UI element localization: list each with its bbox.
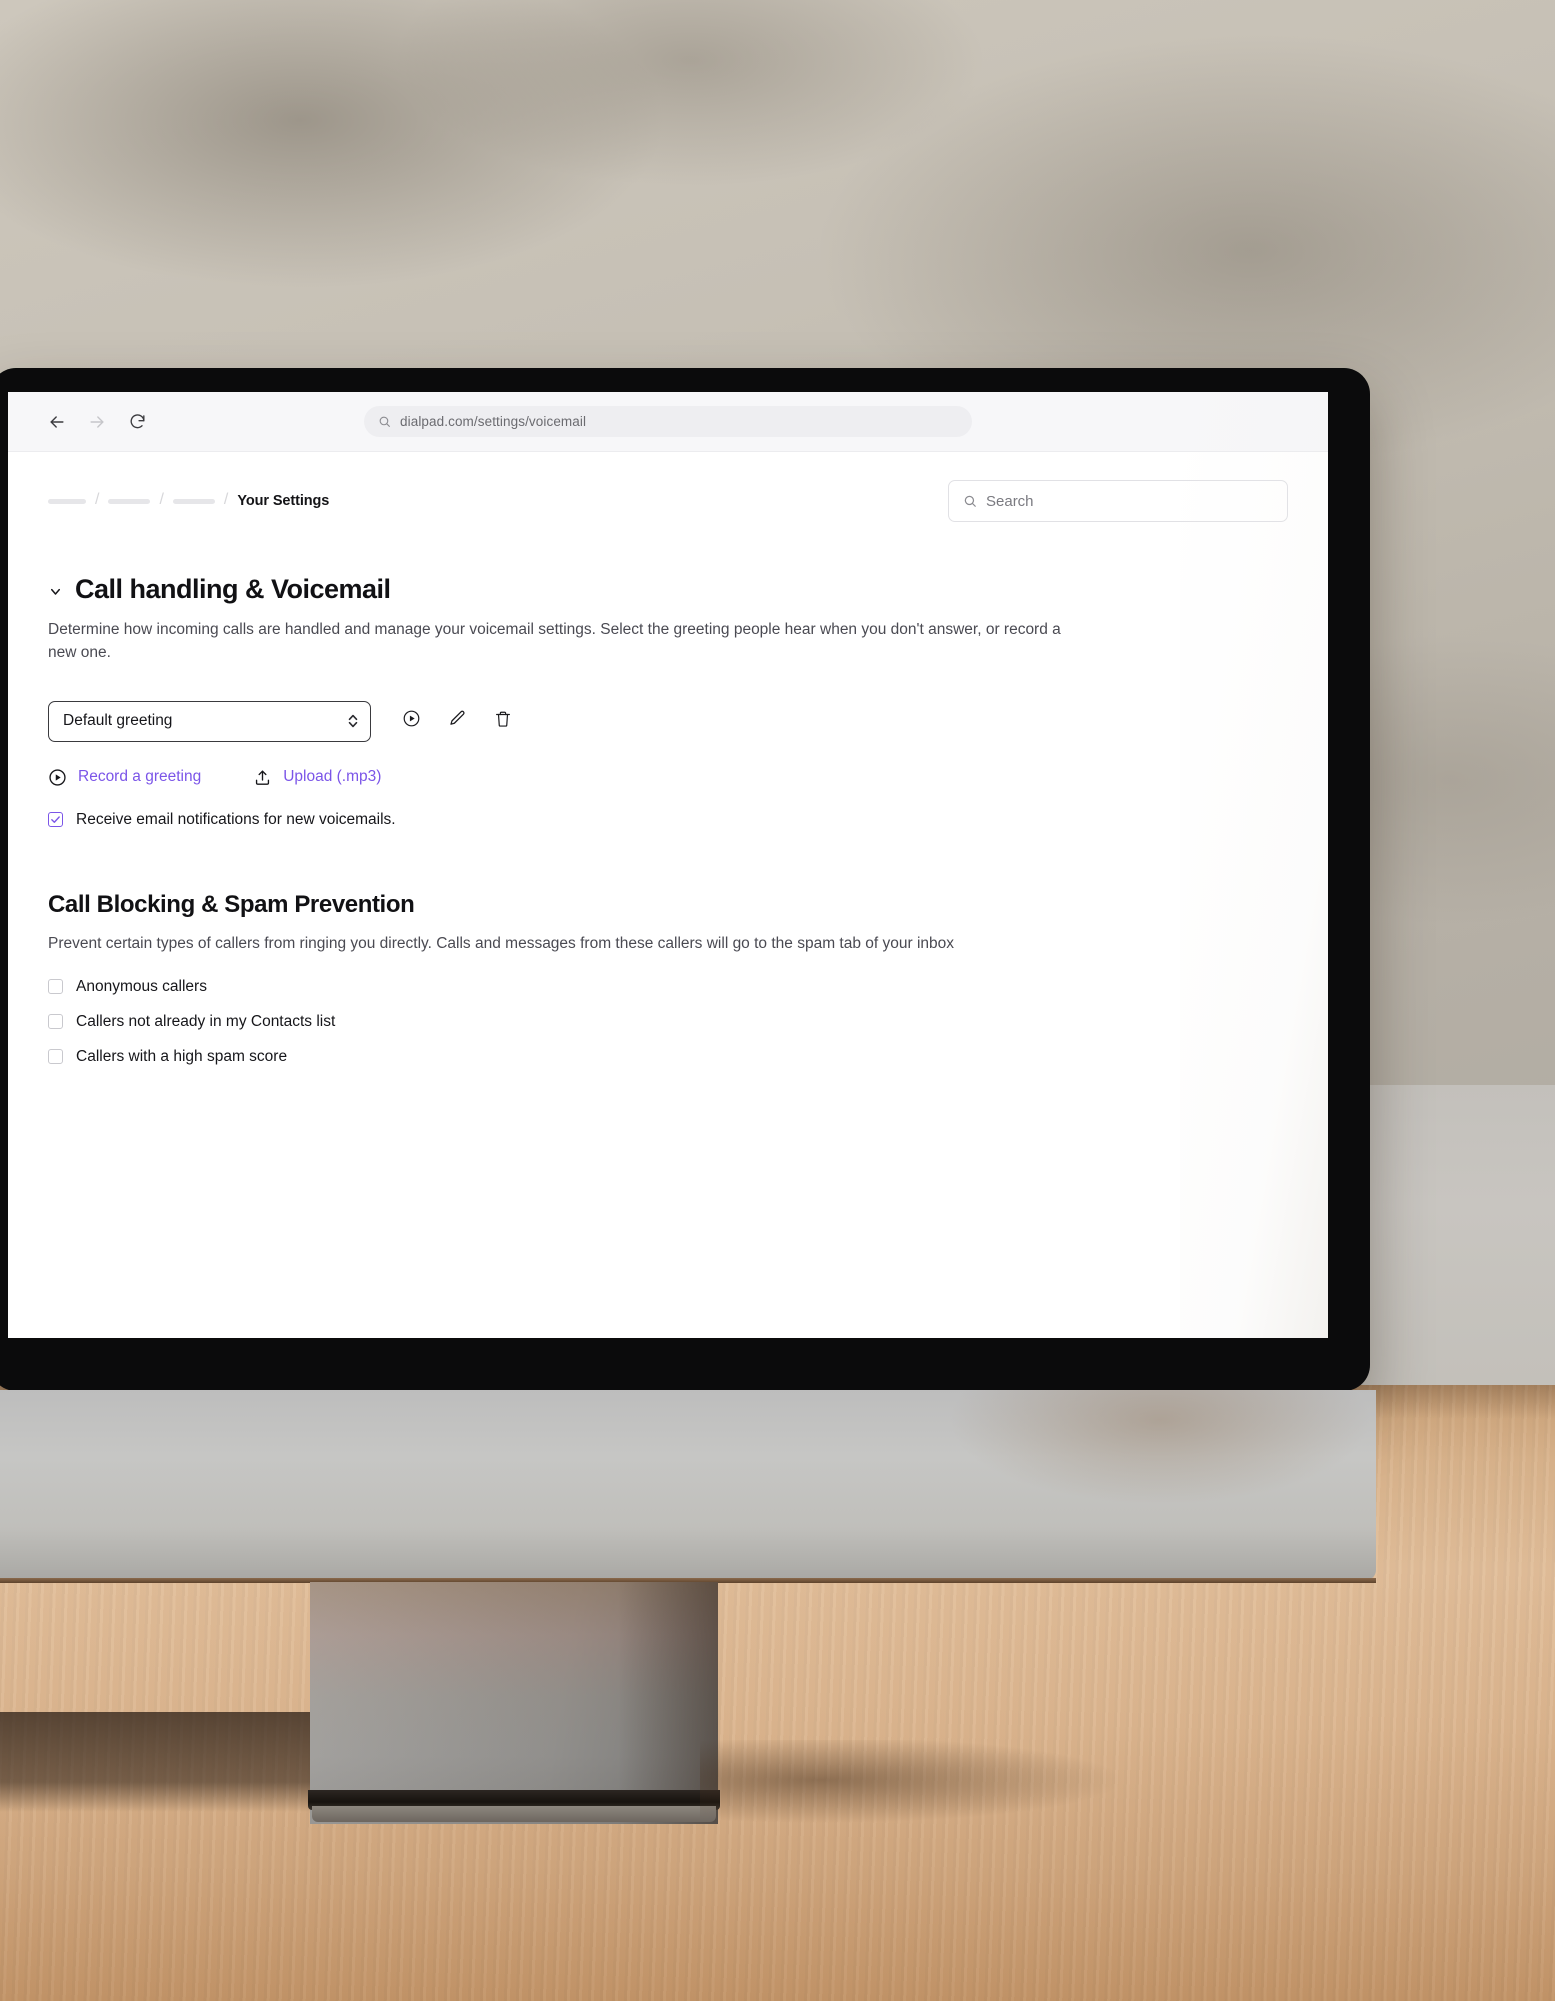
upload-mp3-label: Upload (.mp3) (283, 768, 382, 786)
forward-button[interactable] (86, 411, 108, 433)
voicemail-description: Determine how incoming calls are handled… (48, 621, 1061, 661)
breadcrumb-separator-3: / (223, 491, 229, 508)
reload-button[interactable] (126, 411, 148, 433)
email-notifications-row[interactable]: Receive email notifications for new voic… (48, 811, 1288, 829)
trash-icon (494, 710, 512, 733)
call-blocking-title: Call Blocking & Spam Prevention (48, 890, 415, 918)
breadcrumb-current: Your Settings (237, 493, 330, 509)
arrow-left-icon (50, 415, 64, 428)
blocking-option-high-spam-score[interactable]: Callers with a high spam score (48, 1048, 1288, 1066)
blocking-option-anonymous-callers[interactable]: Anonymous callers (48, 978, 1288, 996)
chevron-updown-icon (347, 713, 359, 729)
breadcrumb: / / / Your Settings (48, 492, 329, 510)
address-bar[interactable]: dialpad.com/settings/voicemail (364, 406, 972, 437)
delete-greeting-button[interactable] (491, 709, 515, 733)
blocking-checkbox-anonymous-callers[interactable] (48, 979, 63, 995)
voicemail-section-header[interactable]: Call handling & Voicemail (48, 574, 1288, 605)
call-blocking-description: Prevent certain types of callers from ri… (48, 934, 955, 952)
monitor-screen: dialpad.com/settings/voicemail / / / You… (8, 392, 1328, 1338)
search-icon (963, 494, 977, 508)
upload-icon (253, 768, 272, 787)
blocking-checkbox-not-in-contacts[interactable] (48, 1014, 63, 1030)
monitor-stand-base (312, 1806, 716, 1822)
checkmark-icon (51, 816, 60, 824)
edit-greeting-button[interactable] (445, 709, 469, 733)
desk-shadow-left (0, 1712, 310, 1812)
blocking-option-label: Anonymous callers (76, 977, 207, 995)
chevron-down-icon[interactable] (48, 581, 63, 599)
breadcrumb-redacted-2[interactable] (108, 498, 151, 504)
browser-toolbar: dialpad.com/settings/voicemail (8, 392, 1328, 452)
blocking-option-not-in-contacts[interactable]: Callers not already in my Contacts list (48, 1013, 1288, 1031)
greeting-select[interactable]: Default greeting (48, 700, 371, 742)
email-notifications-checkbox[interactable] (48, 812, 63, 828)
settings-page: / / / Your Settings Search Call handling… (8, 452, 1328, 1338)
email-notifications-label: Receive email notifications for new voic… (76, 810, 396, 828)
page-title: Call handling & Voicemail (75, 574, 391, 604)
play-circle-icon (402, 709, 421, 733)
arrow-right-icon (90, 415, 104, 428)
browser-nav-buttons (46, 411, 148, 433)
blocking-option-label: Callers with a high spam score (76, 1047, 288, 1065)
blocking-checkbox-high-spam-score[interactable] (48, 1049, 63, 1065)
desk-cast-shadow (700, 1740, 1460, 1860)
record-a-greeting-link[interactable]: Record a greeting (48, 768, 201, 787)
voicemail-section: Call handling & Voicemail Determine how … (48, 574, 1288, 829)
record-a-greeting-label: Record a greeting (78, 768, 202, 786)
greeting-links-row: Record a greeting Upload (.mp3) (48, 768, 1288, 787)
call-blocking-section: Call Blocking & Spam Prevention Prevent … (48, 891, 1288, 1066)
breadcrumb-redacted-1[interactable] (48, 498, 86, 504)
greeting-controls-row: Default greeting (48, 700, 1288, 742)
monitor-chin (0, 1390, 1376, 1580)
search-input[interactable]: Search (948, 480, 1288, 522)
address-bar-url: dialpad.com/settings/voicemail (400, 414, 587, 429)
search-icon (378, 415, 391, 428)
greeting-select-value: Default greeting (63, 712, 173, 730)
back-button[interactable] (46, 411, 68, 433)
play-greeting-button[interactable] (399, 709, 423, 733)
search-placeholder: Search (986, 492, 1034, 510)
call-blocking-options: Anonymous callers Callers not already in… (48, 978, 1288, 1066)
pencil-icon (448, 709, 467, 733)
reload-icon (130, 414, 145, 429)
breadcrumb-separator-1: / (95, 491, 100, 508)
play-circle-icon (48, 768, 67, 787)
blocking-option-label: Callers not already in my Contacts list (76, 1012, 336, 1030)
desk-scene: dialpad.com/settings/voicemail / / / You… (0, 0, 1555, 2001)
upload-mp3-link[interactable]: Upload (.mp3) (253, 768, 381, 787)
settings-content: Call handling & Voicemail Determine how … (8, 522, 1328, 1066)
page-topbar: / / / Your Settings Search (8, 452, 1328, 522)
breadcrumb-redacted-3[interactable] (172, 498, 215, 504)
breadcrumb-separator-2: / (159, 491, 164, 508)
